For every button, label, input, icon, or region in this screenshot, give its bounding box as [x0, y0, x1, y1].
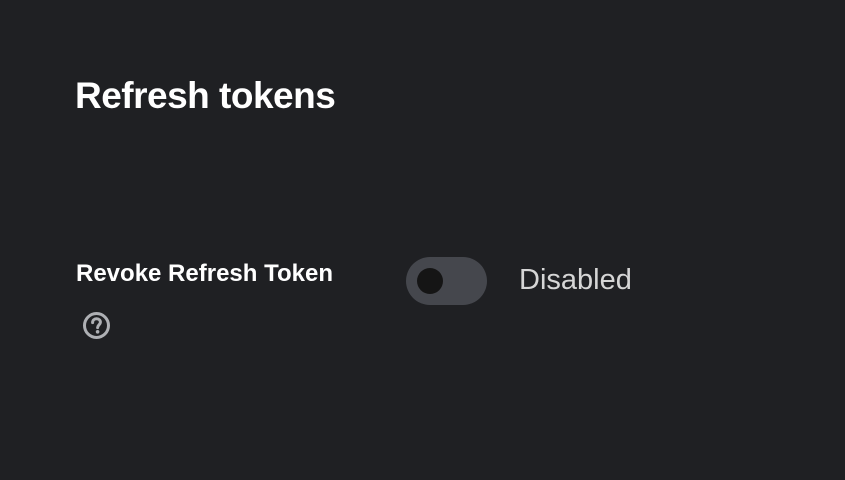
switch-knob: [417, 268, 443, 294]
revoke-refresh-token-switch[interactable]: [406, 257, 487, 305]
revoke-refresh-token-label: Revoke Refresh Token: [76, 260, 333, 287]
switch-status-label: Disabled: [519, 264, 632, 296]
question-circle-icon[interactable]: [82, 311, 111, 340]
refresh-tokens-panel: Refresh tokens Revoke Refresh Token Disa…: [0, 0, 845, 480]
section-title: Refresh tokens: [75, 75, 336, 116]
